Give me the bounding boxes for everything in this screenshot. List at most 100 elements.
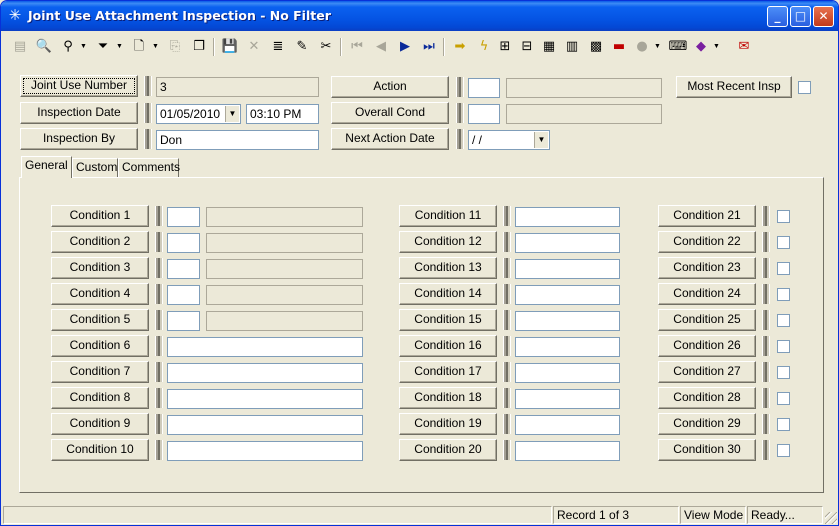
condition-checkbox[interactable] (777, 392, 790, 405)
next-action-date-dropdown-icon[interactable]: ▼ (534, 132, 548, 148)
condition-button[interactable]: Condition 18 (399, 387, 497, 409)
condition-text-field[interactable] (167, 389, 363, 409)
last-record-icon[interactable]: ⏭ (418, 36, 440, 58)
preview-icon[interactable]: 🔍 (33, 36, 55, 58)
condition-button[interactable]: Condition 7 (51, 361, 149, 383)
globe-icon[interactable]: ● (631, 36, 653, 58)
action-description-field[interactable] (506, 78, 662, 98)
condition-code-field[interactable] (167, 285, 200, 305)
condition-button[interactable]: Condition 19 (399, 413, 497, 435)
map-grid-icon[interactable]: ▩ (585, 36, 607, 58)
condition-checkbox[interactable] (777, 288, 790, 301)
condition-button[interactable]: Condition 25 (658, 309, 756, 331)
field-handle[interactable] (456, 77, 464, 97)
condition-checkbox[interactable] (777, 340, 790, 353)
condition-text-field[interactable] (515, 389, 620, 409)
field-handle[interactable] (155, 284, 163, 304)
action-button[interactable]: Action (331, 76, 449, 98)
field-handle[interactable] (762, 440, 770, 460)
field-handle[interactable] (503, 284, 511, 304)
first-record-icon[interactable]: ⏮ (346, 36, 368, 58)
condition-text-field[interactable] (167, 337, 363, 357)
condition-text-field[interactable] (515, 363, 620, 383)
field-handle[interactable] (144, 129, 152, 149)
field-handle[interactable] (762, 284, 770, 304)
condition-checkbox[interactable] (777, 262, 790, 275)
condition-text-field[interactable] (515, 285, 620, 305)
condition-button[interactable]: Condition 24 (658, 283, 756, 305)
field-handle[interactable] (155, 362, 163, 382)
tab-custom[interactable]: Custom (72, 158, 118, 177)
inspection-by-field[interactable]: Don (156, 130, 319, 150)
tab-general[interactable]: General (21, 156, 72, 178)
field-handle[interactable] (503, 440, 511, 460)
delete-icon[interactable]: ✕ (243, 36, 265, 58)
duplicate-icon[interactable]: ❐ (188, 36, 210, 58)
field-handle[interactable] (503, 336, 511, 356)
field-handle[interactable] (762, 336, 770, 356)
field-handle[interactable] (155, 414, 163, 434)
joint-use-number-field[interactable]: 3 (156, 77, 319, 97)
field-handle[interactable] (503, 310, 511, 330)
book-icon[interactable]: ◆ (690, 36, 712, 58)
condition-button[interactable]: Condition 12 (399, 231, 497, 253)
previous-record-icon[interactable]: ◀ (370, 36, 392, 58)
condition-checkbox[interactable] (777, 366, 790, 379)
truck-icon[interactable]: ▬ (608, 36, 630, 58)
condition-button[interactable]: Condition 30 (658, 439, 756, 461)
action-code-field[interactable] (468, 78, 500, 98)
date-dropdown-icon[interactable]: ▼ (225, 106, 239, 122)
field-handle[interactable] (503, 206, 511, 226)
resize-grip[interactable] (825, 512, 837, 524)
field-handle[interactable] (144, 76, 152, 96)
condition-text-field[interactable] (167, 415, 363, 435)
overall-cond-description-field[interactable] (506, 104, 662, 124)
condition-code-field[interactable] (167, 207, 200, 227)
condition-button[interactable]: Condition 11 (399, 205, 497, 227)
overall-cond-button[interactable]: Overall Cond (331, 102, 449, 124)
next-record-icon[interactable]: ▶ (394, 36, 416, 58)
condition-description-field[interactable] (206, 233, 363, 253)
condition-button[interactable]: Condition 3 (51, 257, 149, 279)
field-handle[interactable] (155, 336, 163, 356)
close-button[interactable]: ✕ (813, 6, 834, 27)
field-handle[interactable] (155, 232, 163, 252)
condition-button[interactable]: Condition 26 (658, 335, 756, 357)
copy-icon[interactable]: ⎘ (164, 36, 186, 58)
condition-button[interactable]: Condition 22 (658, 231, 756, 253)
most-recent-insp-button[interactable]: Most Recent Insp (676, 76, 792, 98)
maximize-button[interactable]: □ (790, 6, 811, 27)
overall-cond-code-field[interactable] (468, 104, 500, 124)
jump-arrow-icon[interactable]: ➡ (449, 36, 471, 58)
stack-icon[interactable]: ≣ (267, 36, 289, 58)
condition-button[interactable]: Condition 15 (399, 309, 497, 331)
field-handle[interactable] (155, 440, 163, 460)
filter-icon[interactable]: ⏷ (92, 36, 114, 58)
condition-text-field[interactable] (515, 207, 620, 227)
condition-button[interactable]: Condition 21 (658, 205, 756, 227)
condition-checkbox[interactable] (777, 418, 790, 431)
field-handle[interactable] (762, 232, 770, 252)
condition-button[interactable]: Condition 23 (658, 257, 756, 279)
new-dropdown-icon[interactable]: ▼ (151, 36, 160, 58)
condition-button[interactable]: Condition 1 (51, 205, 149, 227)
field-handle[interactable] (456, 129, 464, 149)
record-icon[interactable]: ▤ (9, 36, 31, 58)
field-handle[interactable] (155, 310, 163, 330)
lightning-icon[interactable]: ϟ (473, 36, 495, 58)
inspection-date-field[interactable]: 01/05/2010 ▼ (156, 104, 241, 124)
condition-button[interactable]: Condition 8 (51, 387, 149, 409)
field-handle[interactable] (762, 206, 770, 226)
inspection-by-button[interactable]: Inspection By (20, 128, 138, 150)
inspection-date-button[interactable]: Inspection Date (20, 102, 138, 124)
keyboard-icon[interactable]: ⌨ (667, 36, 689, 58)
inspection-time-field[interactable]: 03:10 PM (246, 104, 319, 124)
condition-text-field[interactable] (515, 259, 620, 279)
condition-description-field[interactable] (206, 311, 363, 331)
condition-button[interactable]: Condition 14 (399, 283, 497, 305)
cut-icon[interactable]: ✂ (315, 36, 337, 58)
new-document-icon[interactable]: 🗋 (128, 36, 150, 58)
field-handle[interactable] (155, 258, 163, 278)
next-action-date-field[interactable]: / / ▼ (468, 130, 550, 150)
save-icon[interactable]: 💾 (219, 36, 241, 58)
